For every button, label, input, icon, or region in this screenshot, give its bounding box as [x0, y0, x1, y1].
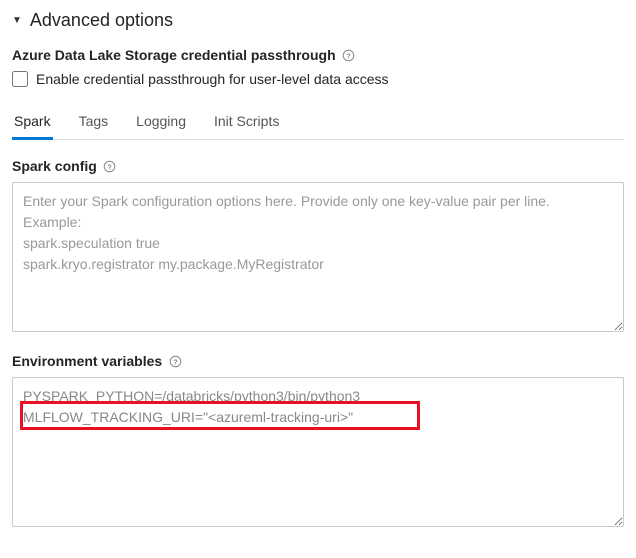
passthrough-checkbox-label[interactable]: Enable credential passthrough for user-l… — [36, 71, 389, 87]
passthrough-checkbox[interactable] — [12, 71, 28, 87]
env-vars-group: Environment variables ? — [12, 353, 624, 530]
tabs: Spark Tags Logging Init Scripts — [12, 105, 624, 140]
passthrough-group: Azure Data Lake Storage credential passt… — [12, 47, 624, 87]
help-icon[interactable]: ? — [103, 159, 117, 173]
tab-tags[interactable]: Tags — [77, 105, 111, 139]
passthrough-label-text: Azure Data Lake Storage credential passt… — [12, 47, 336, 63]
passthrough-checkbox-row: Enable credential passthrough for user-l… — [12, 71, 624, 87]
help-icon[interactable]: ? — [342, 48, 356, 62]
spark-config-group: Spark config ? — [12, 158, 624, 335]
env-vars-label: Environment variables ? — [12, 353, 182, 369]
section-title: Advanced options — [30, 10, 173, 31]
advanced-options-header[interactable]: ▼ Advanced options — [12, 10, 624, 31]
env-vars-label-text: Environment variables — [12, 353, 162, 369]
tab-spark[interactable]: Spark — [12, 105, 53, 139]
spark-config-label: Spark config ? — [12, 158, 117, 174]
spark-config-textarea[interactable] — [12, 182, 624, 332]
tab-init-scripts[interactable]: Init Scripts — [212, 105, 281, 139]
svg-text:?: ? — [346, 51, 351, 60]
env-vars-textarea[interactable] — [12, 377, 624, 527]
help-icon[interactable]: ? — [168, 354, 182, 368]
passthrough-label: Azure Data Lake Storage credential passt… — [12, 47, 356, 63]
tab-logging[interactable]: Logging — [134, 105, 188, 139]
caret-down-icon: ▼ — [12, 15, 22, 26]
svg-text:?: ? — [173, 357, 178, 366]
spark-config-label-text: Spark config — [12, 158, 97, 174]
svg-text:?: ? — [108, 162, 113, 171]
